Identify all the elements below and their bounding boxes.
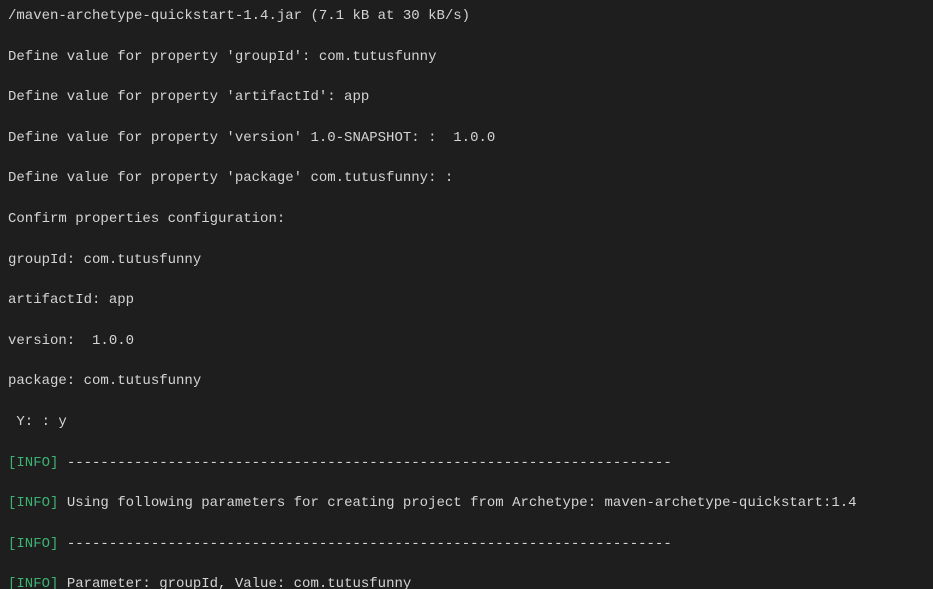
terminal-window: /maven-archetype-quickstart-1.4.jar (7.1… xyxy=(0,0,933,589)
terminal-line: /maven-archetype-quickstart-1.4.jar (7.1… xyxy=(8,6,925,26)
info-text: Parameter: groupId, Value: com.tutusfunn… xyxy=(58,576,411,589)
info-prefix: [INFO] xyxy=(8,536,58,552)
terminal-line: artifactId: app xyxy=(8,290,925,310)
terminal-line: Define value for property 'artifactId': … xyxy=(8,87,925,107)
terminal-line: version: 1.0.0 xyxy=(8,331,925,351)
info-text: ----------------------------------------… xyxy=(58,455,671,471)
terminal-line: [INFO] ---------------------------------… xyxy=(8,453,925,473)
info-prefix: [INFO] xyxy=(8,576,58,589)
terminal-line: Define value for property 'groupId': com… xyxy=(8,47,925,67)
info-prefix: [INFO] xyxy=(8,455,58,471)
info-text: Using following parameters for creating … xyxy=(58,495,856,511)
terminal-line: groupId: com.tutusfunny xyxy=(8,250,925,270)
terminal-line: Y: : y xyxy=(8,412,925,432)
terminal-line: Confirm properties configuration: xyxy=(8,209,925,229)
terminal-line: package: com.tutusfunny xyxy=(8,371,925,391)
info-prefix: [INFO] xyxy=(8,495,58,511)
terminal-line: Define value for property 'package' com.… xyxy=(8,168,925,188)
info-text: ----------------------------------------… xyxy=(58,536,671,552)
terminal-line: [INFO] Using following parameters for cr… xyxy=(8,493,925,513)
terminal-line: [INFO] Parameter: groupId, Value: com.tu… xyxy=(8,574,925,589)
terminal-line: [INFO] ---------------------------------… xyxy=(8,534,925,554)
terminal-line: Define value for property 'version' 1.0-… xyxy=(8,128,925,148)
